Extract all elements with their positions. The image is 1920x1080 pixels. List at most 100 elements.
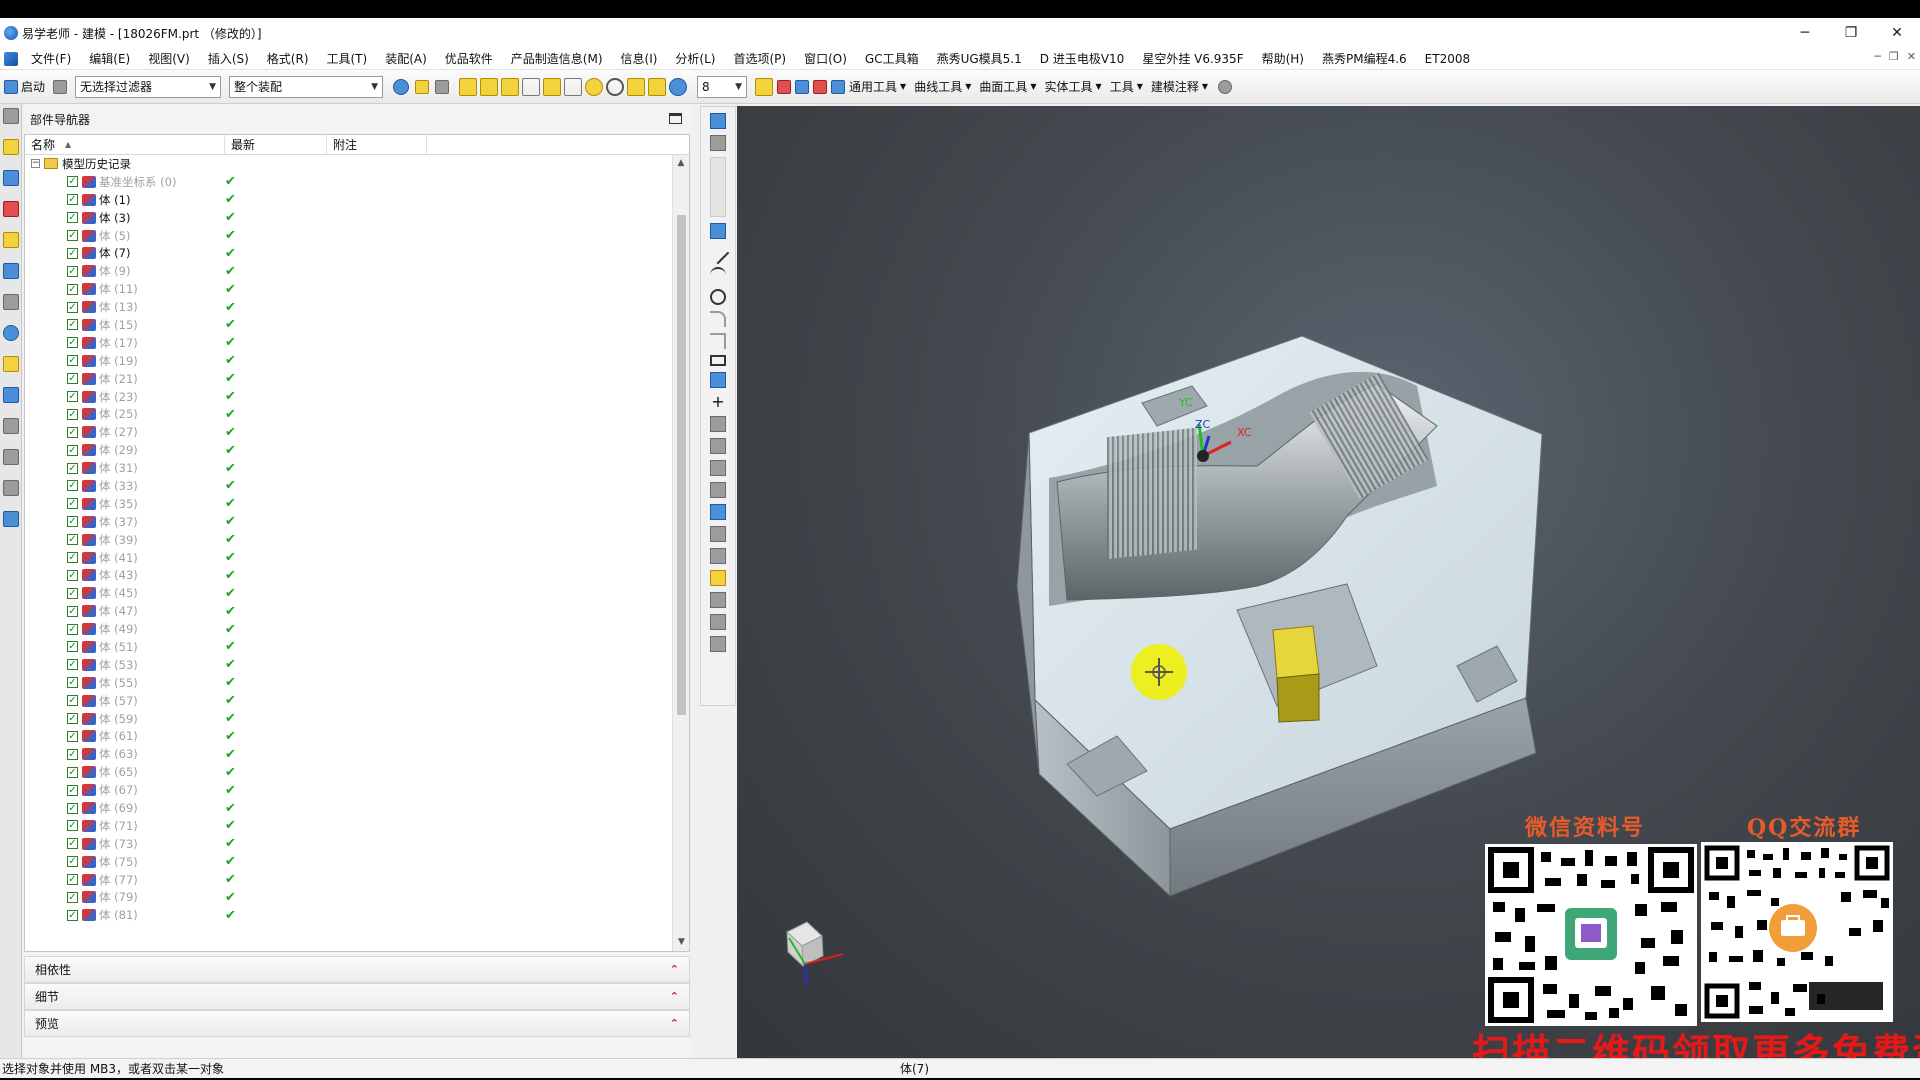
sketch-name-icon[interactable] xyxy=(710,157,726,217)
tree-feature-row[interactable]: ✓ 体 (81) ✔ xyxy=(25,906,673,924)
section-details[interactable]: 细节 ⌃ xyxy=(24,983,690,1010)
globe-icon[interactable] xyxy=(393,78,410,95)
tree-feature-row[interactable]: ✓ 体 (3) ✔ xyxy=(25,209,673,227)
collapse-icon[interactable]: − xyxy=(31,159,40,169)
menu-analysis[interactable]: 分析(L) xyxy=(666,50,724,67)
tree-feature-row[interactable]: ✓ 体 (55) ✔ xyxy=(25,674,673,692)
menu-yanxiu-mold[interactable]: 燕秀UG模具5.1 xyxy=(928,50,1031,67)
menu-preferences[interactable]: 首选项(P) xyxy=(724,50,795,67)
tree-feature-row[interactable]: ✓ 体 (21) ✔ xyxy=(25,370,673,388)
offset-curve-icon[interactable] xyxy=(710,416,726,432)
visibility-checkbox-icon[interactable]: ✓ xyxy=(67,301,78,313)
visibility-checkbox-icon[interactable]: ✓ xyxy=(67,605,78,617)
quick-extend-icon[interactable] xyxy=(710,460,726,476)
visibility-checkbox-icon[interactable]: ✓ xyxy=(67,695,78,707)
tree-feature-row[interactable]: ✓ 体 (69) ✔ xyxy=(25,799,673,817)
grid-icon[interactable] xyxy=(435,79,450,94)
tree-feature-row[interactable]: ✓ 体 (11) ✔ xyxy=(25,280,673,298)
visibility-checkbox-icon[interactable]: ✓ xyxy=(67,498,78,510)
sparkle-icon[interactable] xyxy=(415,79,430,94)
studio-spline-icon[interactable] xyxy=(710,372,726,388)
scroll-up-icon[interactable]: ▲ xyxy=(673,155,689,172)
visibility-checkbox-icon[interactable]: ✓ xyxy=(67,391,78,403)
tree-feature-row[interactable]: ✓ 体 (63) ✔ xyxy=(25,745,673,763)
chamfer-icon[interactable] xyxy=(710,333,726,349)
menu-format[interactable]: 格式(R) xyxy=(258,50,318,67)
tree-feature-row[interactable]: ✓ 体 (23) ✔ xyxy=(25,388,673,406)
tools-menu[interactable]: 工具 ▼ xyxy=(1106,78,1147,95)
column-note[interactable]: 附注 xyxy=(327,134,427,155)
visibility-checkbox-icon[interactable]: ✓ xyxy=(67,820,78,832)
tree-feature-row[interactable]: ✓ 体 (39) ✔ xyxy=(25,531,673,549)
document-icon[interactable] xyxy=(2,294,19,310)
tree-feature-row[interactable]: ✓ 体 (51) ✔ xyxy=(25,638,673,656)
line-icon[interactable] xyxy=(706,241,730,265)
curve-tools-menu[interactable]: 曲线工具 ▼ xyxy=(910,78,975,95)
menu-view[interactable]: 视图(V) xyxy=(139,50,199,67)
menu-tools[interactable]: 工具(T) xyxy=(318,50,377,67)
convert-reference-icon[interactable] xyxy=(710,614,726,630)
display-constraints-icon[interactable] xyxy=(710,570,726,586)
tree-feature-row[interactable]: ✓ 体 (15) ✔ xyxy=(25,316,673,334)
visibility-checkbox-icon[interactable]: ✓ xyxy=(67,194,78,206)
deselect-icon[interactable] xyxy=(813,79,828,94)
roles-icon[interactable] xyxy=(2,387,19,403)
visibility-checkbox-icon[interactable]: ✓ xyxy=(67,319,78,331)
tree-feature-row[interactable]: ✓ 体 (17) ✔ xyxy=(25,334,673,352)
menu-insert[interactable]: 插入(S) xyxy=(199,50,258,67)
work-layer-dropdown[interactable]: 8 ▼ xyxy=(697,75,748,98)
tree-feature-row[interactable]: ✓ 体 (27) ✔ xyxy=(25,423,673,441)
assembly-scope-dropdown[interactable]: 整个装配 ▼ xyxy=(229,75,384,98)
visibility-checkbox-icon[interactable]: ✓ xyxy=(67,534,78,546)
menu-edit[interactable]: 编辑(E) xyxy=(80,50,139,67)
menu-help[interactable]: 帮助(H) xyxy=(1253,50,1313,67)
tree-feature-row[interactable]: ✓ 体 (67) ✔ xyxy=(25,781,673,799)
section-preview[interactable]: 预览 ⌃ xyxy=(24,1010,690,1037)
tree-feature-row[interactable]: ✓ 体 (77) ✔ xyxy=(25,871,673,889)
column-name[interactable]: 名称 ▲ xyxy=(25,134,225,155)
visibility-checkbox-icon[interactable]: ✓ xyxy=(67,748,78,760)
tree-feature-row[interactable]: ✓ 体 (65) ✔ xyxy=(25,763,673,781)
rectangle-icon[interactable] xyxy=(710,355,726,366)
visibility-checkbox-icon[interactable]: ✓ xyxy=(67,176,78,188)
visibility-checkbox-icon[interactable]: ✓ xyxy=(67,462,78,474)
fillet-icon[interactable] xyxy=(710,311,726,327)
menu-youpin[interactable]: 优品软件 xyxy=(436,50,502,67)
menu-electrode[interactable]: D 进玉电极V10 xyxy=(1031,50,1134,67)
doc-minimize-icon[interactable]: ─ xyxy=(1874,50,1881,63)
start-button[interactable]: 启动 xyxy=(0,78,49,95)
surface-tools-menu[interactable]: 曲面工具 ▼ xyxy=(975,78,1040,95)
graphics-viewport[interactable]: YC ZC XC 微信资料号 QQ交流群 扫描二维码领取更多免费 xyxy=(737,106,1920,1058)
visibility-checkbox-icon[interactable]: ✓ xyxy=(67,730,78,742)
tree-feature-row[interactable]: ✓ 体 (19) ✔ xyxy=(25,352,673,370)
circle-icon[interactable] xyxy=(710,289,726,305)
visibility-checkbox-icon[interactable]: ✓ xyxy=(67,516,78,528)
scroll-down-icon[interactable]: ▼ xyxy=(673,934,690,951)
visibility-checkbox-icon[interactable]: ✓ xyxy=(67,569,78,581)
snap-midpoint-icon[interactable] xyxy=(501,77,520,96)
menu-yanxiu-pm[interactable]: 燕秀PM编程4.6 xyxy=(1313,50,1416,67)
point-icon[interactable]: + xyxy=(710,394,726,410)
tree-feature-row[interactable]: ✓ 体 (35) ✔ xyxy=(25,495,673,513)
tree-feature-row[interactable]: ✓ 体 (71) ✔ xyxy=(25,817,673,835)
tree-feature-row[interactable]: ✓ 体 (61) ✔ xyxy=(25,728,673,746)
visibility-checkbox-icon[interactable]: ✓ xyxy=(67,283,78,295)
constraints-icon[interactable] xyxy=(710,504,726,520)
rotate-handle-icon[interactable] xyxy=(795,79,810,94)
modeling-annotation-menu[interactable]: 建模注释 ▼ xyxy=(1147,78,1212,95)
visibility-checkbox-icon[interactable]: ✓ xyxy=(67,337,78,349)
tree-feature-row[interactable]: ✓ 体 (13) ✔ xyxy=(25,298,673,316)
tree-feature-row[interactable]: ✓ 体 (79) ✔ xyxy=(25,889,673,907)
tree-feature-row[interactable]: ✓ 体 (45) ✔ xyxy=(25,584,673,602)
system-scenes-icon[interactable] xyxy=(2,418,19,434)
electrode-block-side[interactable] xyxy=(1276,673,1320,723)
visibility-checkbox-icon[interactable]: ✓ xyxy=(67,641,78,653)
visibility-checkbox-icon[interactable]: ✓ xyxy=(67,552,78,564)
visibility-checkbox-icon[interactable]: ✓ xyxy=(67,838,78,850)
visibility-checkbox-icon[interactable]: ✓ xyxy=(67,265,78,277)
finish-sketch-icon[interactable] xyxy=(710,135,726,151)
relations-browser-icon[interactable] xyxy=(710,592,726,608)
view-triad[interactable] xyxy=(786,921,844,987)
tree-feature-row[interactable]: ✓ 体 (41) ✔ xyxy=(25,549,673,567)
tree-feature-row[interactable]: ✓ 体 (47) ✔ xyxy=(25,602,673,620)
